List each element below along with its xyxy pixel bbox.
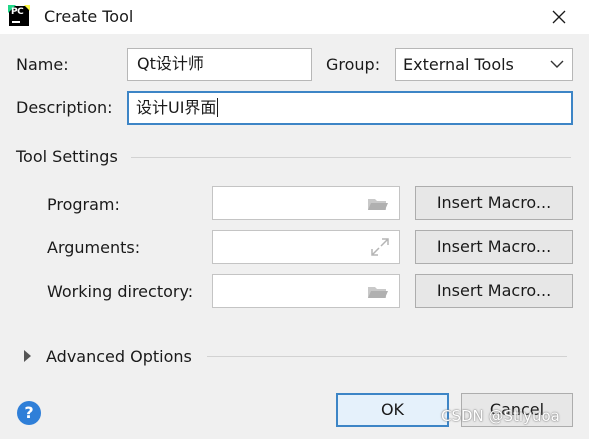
tool-settings-divider [131,157,571,158]
advanced-options-toggle[interactable]: Advanced Options [46,347,192,366]
text-caret [217,98,219,117]
name-input[interactable]: Qt设计师 [127,48,312,81]
close-icon [552,10,566,24]
working-directory-label: Working directory: [47,282,194,301]
expand-icon[interactable] [371,238,389,256]
folder-icon[interactable] [367,284,389,300]
description-input[interactable]: 设计UI界面 [127,91,573,125]
arguments-insert-macro-button[interactable]: Insert Macro... [415,230,573,264]
arguments-label: Arguments: [47,238,141,257]
csdn-watermark: CSDN @Stiyuoa [441,407,560,425]
tool-settings-heading: Tool Settings [16,147,118,166]
description-input-value: 设计UI界面 [136,98,217,117]
group-select[interactable]: External Tools [395,48,573,81]
program-label: Program: [47,195,120,214]
expand-triangle-icon[interactable] [24,350,31,362]
arguments-input[interactable] [212,230,400,264]
group-select-value: External Tools [403,55,514,74]
help-button[interactable]: ? [17,401,41,425]
ok-button[interactable]: OK [336,393,449,427]
chevron-down-icon [550,60,564,68]
name-input-value: Qt设计师 [137,54,204,73]
program-insert-macro-button[interactable]: Insert Macro... [415,186,573,220]
pycharm-app-icon: PC [8,5,30,26]
working-directory-insert-macro-button[interactable]: Insert Macro... [415,274,573,308]
group-label: Group: [326,55,381,74]
folder-icon[interactable] [367,196,389,212]
working-directory-input[interactable] [212,274,400,308]
close-button[interactable] [544,4,574,30]
name-label: Name: [16,55,69,74]
description-label: Description: [16,98,113,117]
advanced-options-divider [207,356,567,357]
program-input[interactable] [212,186,400,220]
window-title: Create Tool [44,7,134,26]
